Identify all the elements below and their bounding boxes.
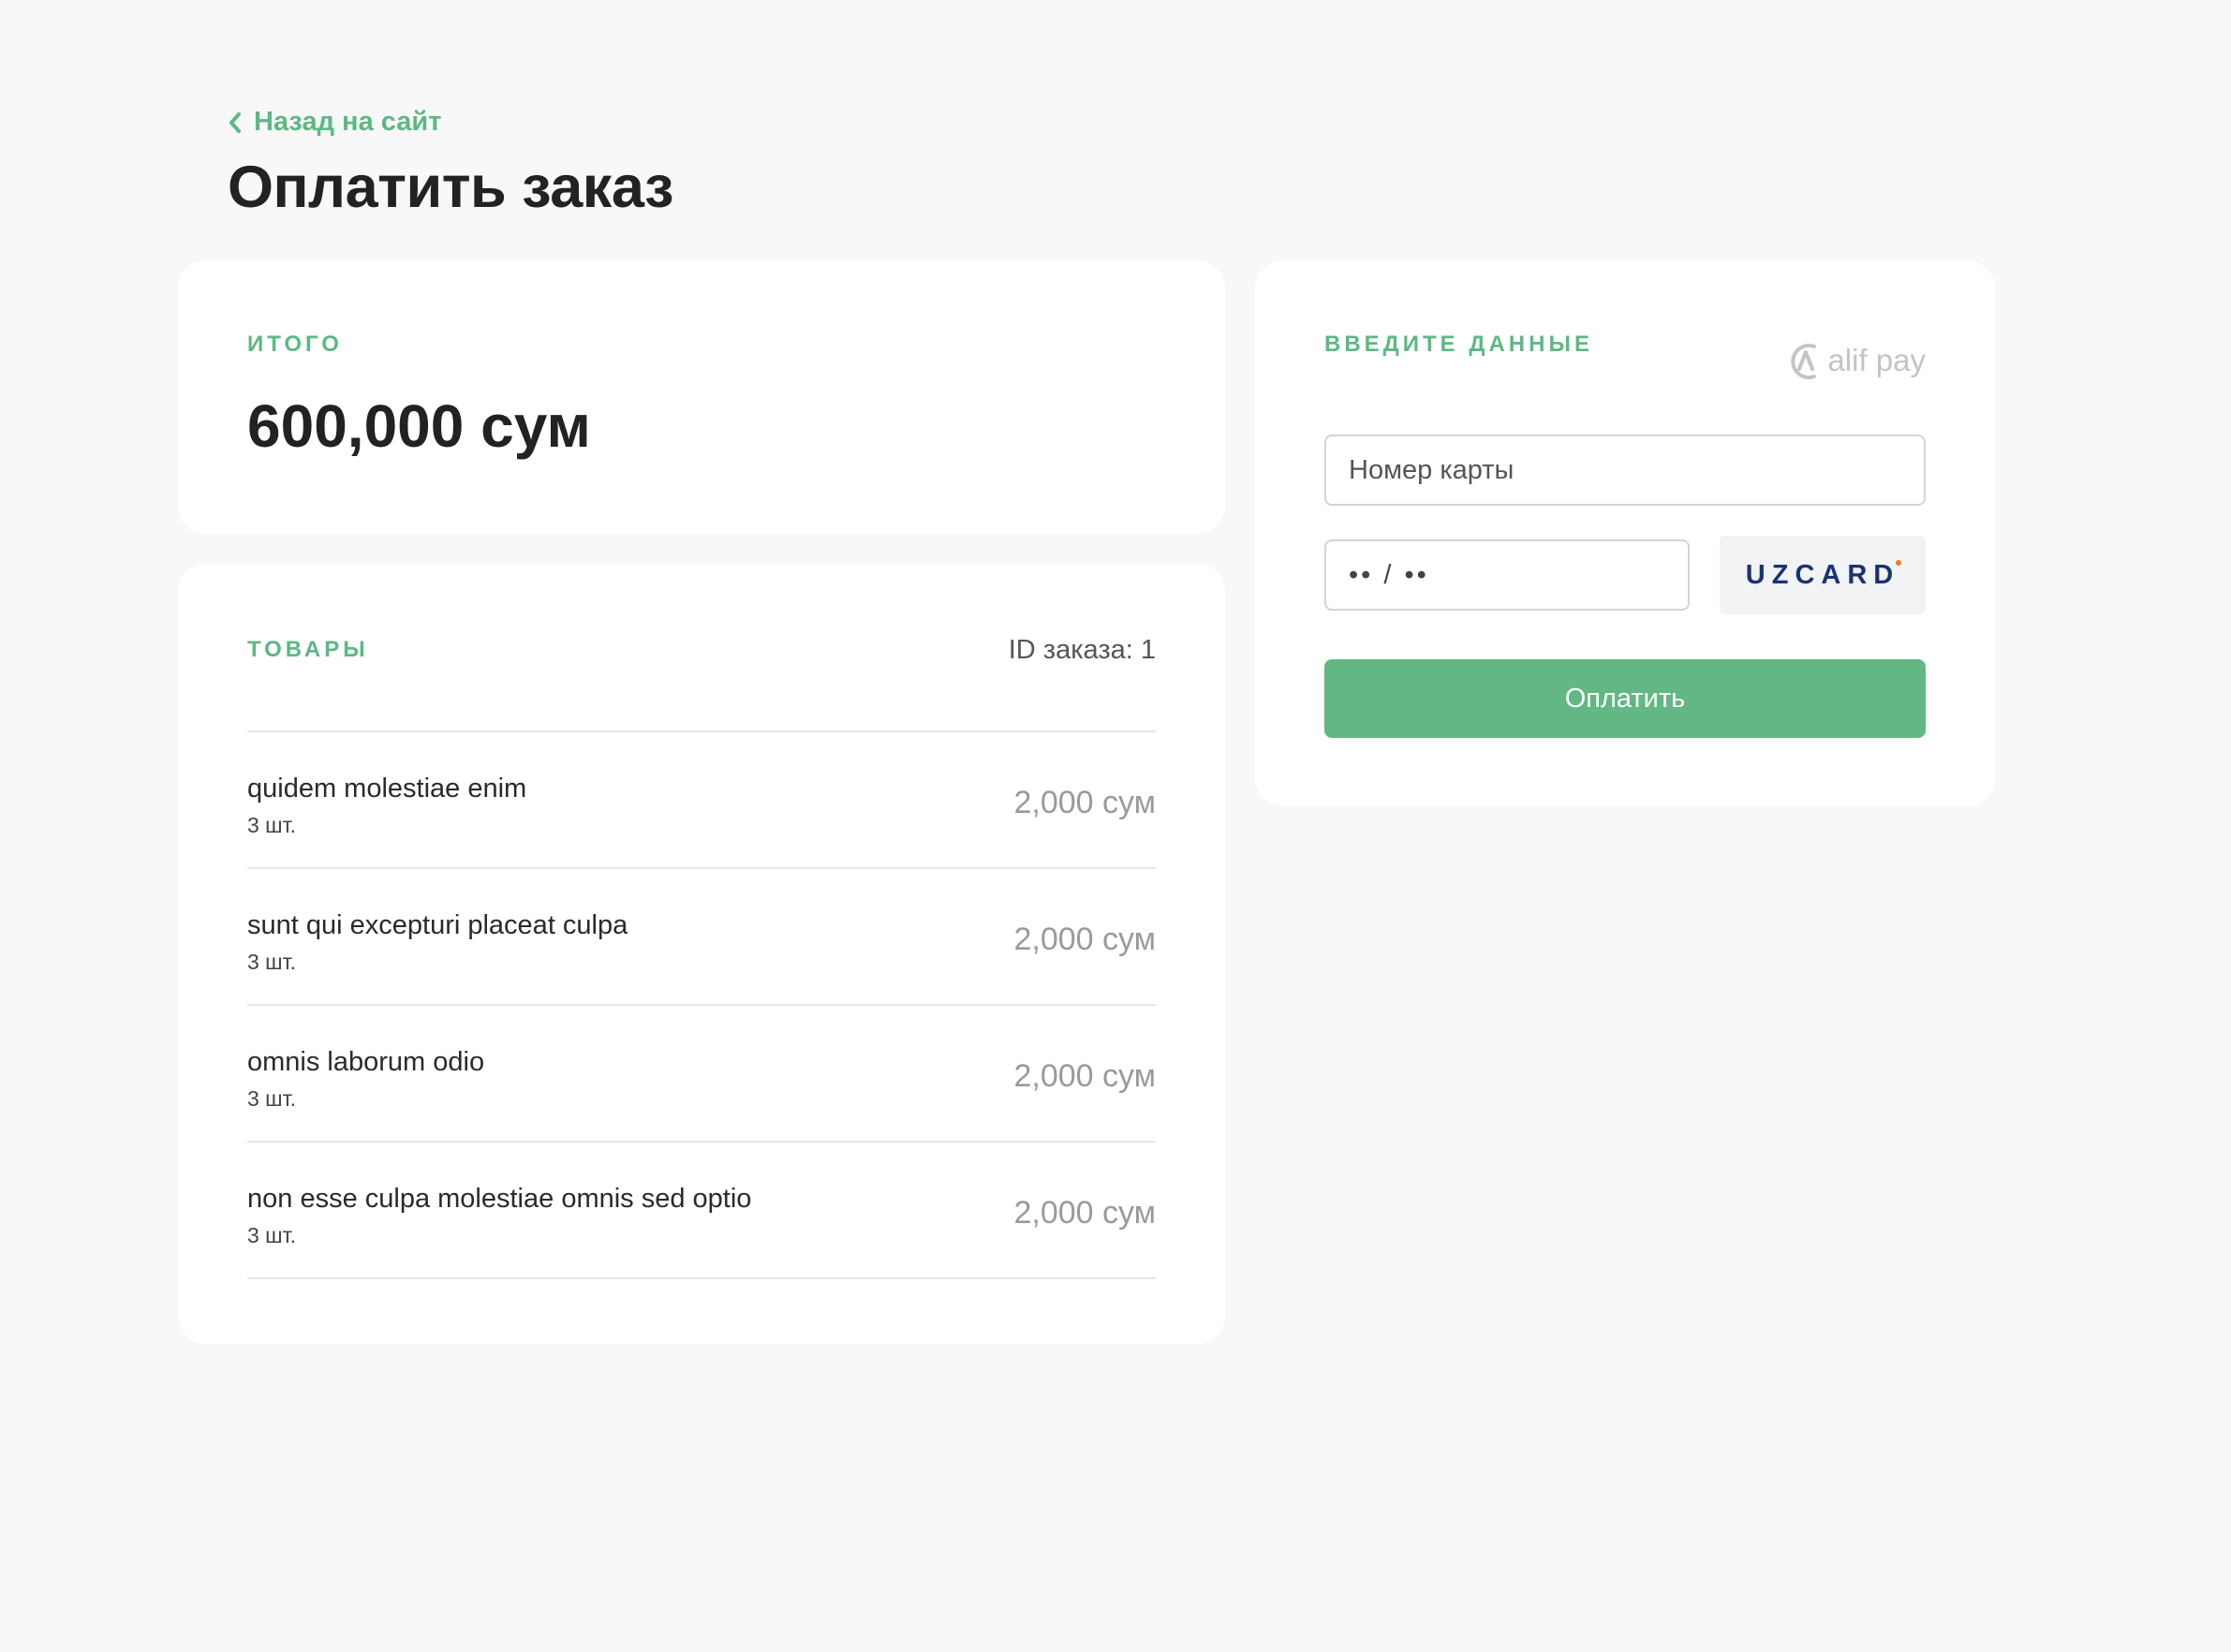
total-label: ИТОГО [247, 332, 343, 357]
uzcard-logo: UZCARD [1745, 559, 1902, 591]
item-price: 2,000 сум [1013, 1058, 1156, 1094]
item-price: 2,000 сум [1013, 785, 1156, 820]
pay-button[interactable]: Оплатить [1324, 659, 1926, 738]
total-card: ИТОГО 600,000 сум [178, 260, 1225, 534]
alif-logo-text: alif pay [1827, 343, 1926, 377]
chevron-left-icon [229, 111, 241, 133]
back-to-site-link[interactable]: Назад на сайт [228, 107, 441, 138]
alif-pay-logo: alif pay [1786, 339, 1926, 382]
uzcard-badge: UZCARD [1720, 536, 1926, 614]
item-quantity: 3 шт. [247, 950, 297, 974]
total-amount: 600,000 сум [247, 392, 591, 460]
list-item: quidem molestiae enim 3 шт. 2,000 сум [247, 732, 1156, 869]
alif-logo-icon [1791, 344, 1817, 379]
item-quantity: 3 шт. [247, 813, 297, 837]
list-item: omnis laborum odio 3 шт. 2,000 сум [247, 1006, 1156, 1143]
list-item: sunt qui excepturi placeat culpa 3 шт. 2… [247, 869, 1156, 1006]
payment-card: ВВЕДИТЕ ДАННЫЕ alif pay UZCARD Оплатить [1255, 260, 1995, 806]
payment-label: ВВЕДИТЕ ДАННЫЕ [1324, 332, 1593, 357]
uzcard-label: UZCARD [1745, 559, 1900, 590]
items-card: ТОВАРЫ ID заказа: 1 quidem molestiae eni… [178, 564, 1225, 1344]
item-price: 2,000 сум [1013, 1195, 1156, 1231]
list-item: non esse culpa molestiae omnis sed optio… [247, 1143, 1156, 1279]
item-name: sunt qui excepturi placeat culpa [247, 910, 628, 940]
order-id: ID заказа: 1 [1008, 635, 1156, 665]
items-label: ТОВАРЫ [247, 637, 369, 662]
card-number-input[interactable] [1324, 435, 1926, 506]
item-quantity: 3 шт. [247, 1086, 297, 1111]
item-name: quidem molestiae enim [247, 774, 527, 804]
uzcard-dot-icon [1896, 559, 1902, 566]
item-quantity: 3 шт. [247, 1223, 297, 1247]
item-name: omnis laborum odio [247, 1047, 485, 1077]
page-title: Оплатить заказ [228, 155, 673, 220]
expiry-date-input[interactable] [1324, 539, 1690, 611]
item-name: non esse culpa molestiae omnis sed optio [247, 1184, 752, 1214]
item-price: 2,000 сум [1013, 922, 1156, 957]
items-list: quidem molestiae enim 3 шт. 2,000 сум su… [247, 730, 1156, 1279]
back-link-label: Назад на сайт [254, 107, 442, 137]
